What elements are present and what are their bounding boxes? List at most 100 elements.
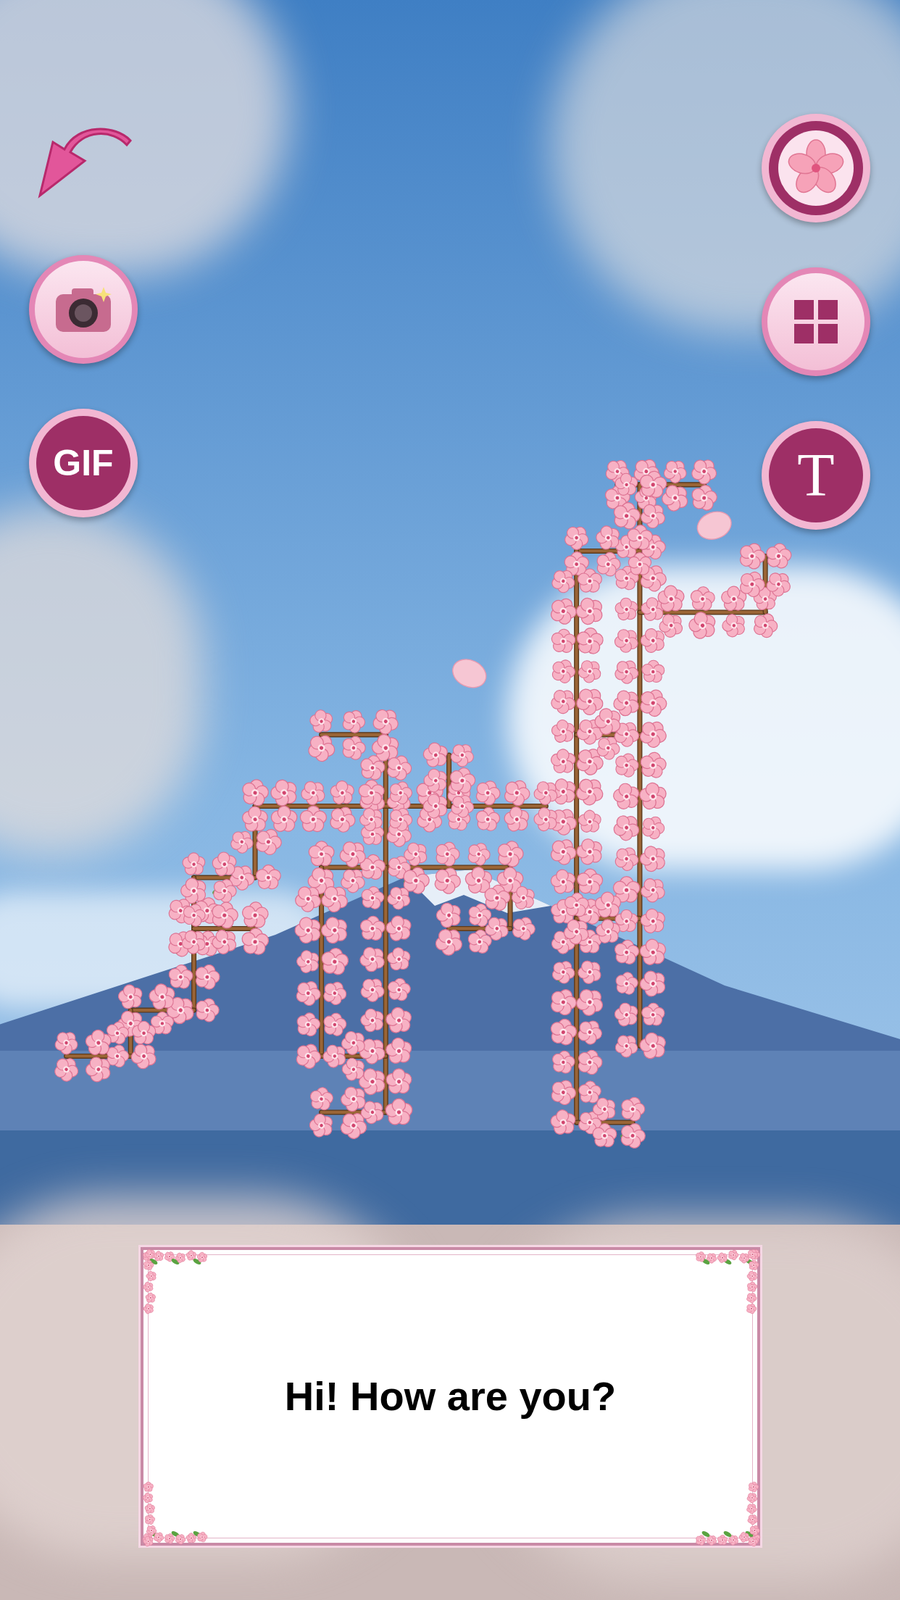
blossom xyxy=(292,1039,325,1072)
blossom xyxy=(144,1268,159,1283)
blossom xyxy=(574,955,607,988)
blossom xyxy=(321,1010,349,1037)
blossom xyxy=(576,807,605,836)
blossom xyxy=(336,1081,372,1116)
blossom xyxy=(359,884,386,911)
blossom xyxy=(384,1065,416,1098)
blossom xyxy=(547,834,581,869)
blossom xyxy=(574,655,606,687)
blossom xyxy=(358,753,387,782)
blossom xyxy=(592,521,625,554)
blossom xyxy=(51,1026,83,1058)
blossom xyxy=(241,900,269,929)
blossom xyxy=(306,1109,338,1141)
blossom xyxy=(574,1047,606,1077)
blossom xyxy=(481,882,512,912)
blossom xyxy=(636,873,670,906)
blossom xyxy=(464,839,493,868)
blossom xyxy=(339,733,369,762)
blossom xyxy=(592,888,625,922)
message-text: Hi! How are you? xyxy=(284,1371,616,1422)
flower-button[interactable] xyxy=(761,113,871,223)
blossom xyxy=(400,837,433,870)
blossom xyxy=(500,776,535,809)
blossom xyxy=(573,1015,606,1048)
blossom xyxy=(560,521,593,553)
blossom xyxy=(641,659,666,683)
blossom xyxy=(694,1250,707,1263)
blossom xyxy=(737,1530,752,1545)
blossom xyxy=(266,774,303,811)
falling-petal xyxy=(447,654,491,693)
corner-decoration xyxy=(141,1247,209,1316)
blossom xyxy=(466,928,494,955)
blossom xyxy=(611,1030,643,1061)
blossom xyxy=(636,778,672,814)
corner-decoration xyxy=(141,1481,208,1548)
blossom xyxy=(383,752,415,784)
blossom xyxy=(636,965,672,1001)
blossom xyxy=(572,592,609,629)
blossom xyxy=(747,1259,760,1272)
blossom xyxy=(432,839,463,869)
text-button[interactable]: T xyxy=(761,421,871,530)
blossom xyxy=(328,777,358,808)
blossom xyxy=(240,926,270,956)
blossom xyxy=(593,732,624,763)
blossom xyxy=(317,880,353,916)
blossom xyxy=(127,1038,162,1073)
blossom xyxy=(744,1302,758,1315)
blossom xyxy=(383,1095,417,1129)
blossom xyxy=(530,802,563,835)
blossom xyxy=(744,1501,759,1516)
blossom xyxy=(547,565,579,596)
blossom xyxy=(575,626,604,656)
blossom xyxy=(745,1490,760,1505)
blossom xyxy=(143,1481,154,1492)
blossom xyxy=(726,1248,740,1261)
blossom xyxy=(613,970,640,996)
message-card[interactable]: Hi! How are you? xyxy=(140,1247,761,1546)
corner-decoration xyxy=(694,1480,762,1548)
blossom xyxy=(447,765,478,795)
grid-icon xyxy=(792,298,840,345)
blossom xyxy=(339,706,369,736)
gif-label: GIF xyxy=(52,444,114,482)
blossom xyxy=(635,715,672,751)
blossom xyxy=(141,1491,155,1505)
blossom xyxy=(239,802,272,835)
blossom xyxy=(717,1534,728,1545)
corner-decoration xyxy=(694,1247,762,1315)
blossom xyxy=(142,1259,155,1272)
layout-button[interactable] xyxy=(761,267,871,377)
blossom xyxy=(563,892,590,918)
blossom xyxy=(115,980,148,1013)
camera-button[interactable] xyxy=(28,255,138,364)
blossom xyxy=(547,1105,580,1139)
blossom xyxy=(762,567,795,600)
back-button[interactable] xyxy=(28,123,138,211)
blossom xyxy=(308,840,335,866)
blossom xyxy=(508,882,540,914)
blossom xyxy=(420,738,453,771)
gif-button[interactable]: GIF xyxy=(28,408,138,518)
blossom xyxy=(291,881,327,916)
blossom xyxy=(618,1094,648,1124)
sakura-icon xyxy=(785,137,847,199)
blossom xyxy=(420,764,452,797)
blossom xyxy=(609,810,645,845)
blossom xyxy=(355,803,387,835)
blossom xyxy=(293,946,324,977)
blossom xyxy=(547,865,580,898)
blossom xyxy=(255,864,281,890)
blossom xyxy=(359,915,387,942)
blossom xyxy=(319,946,350,977)
branches xyxy=(66,484,766,1123)
blossom xyxy=(196,1250,209,1264)
blossom xyxy=(591,702,627,739)
blossom xyxy=(384,881,416,914)
blossom xyxy=(180,901,208,929)
blossom xyxy=(636,935,671,970)
blossom xyxy=(307,706,337,737)
blossom xyxy=(576,868,603,895)
